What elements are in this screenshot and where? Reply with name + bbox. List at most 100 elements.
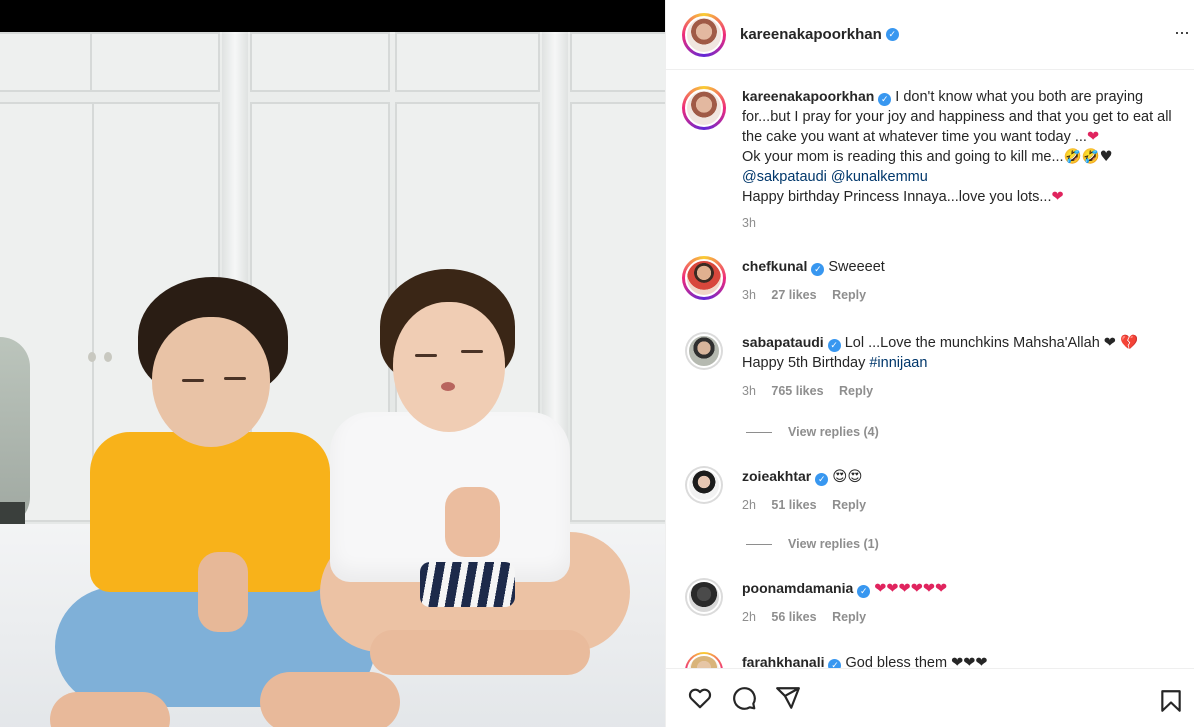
child-foot (260, 672, 400, 727)
commenter-username[interactable]: sabapataudi (742, 334, 824, 350)
view-replies-button[interactable]: View replies (1) (746, 537, 879, 551)
child-face (393, 302, 505, 432)
reply-button[interactable]: Reply (832, 288, 866, 302)
comment-likes[interactable]: 765 likes (771, 384, 823, 398)
closed-eye (461, 350, 483, 353)
author-avatar[interactable] (682, 12, 726, 57)
comment-text: Lol ...Love the munchkins Mahsha'Allah ❤… (844, 335, 1139, 351)
reply-button[interactable]: Reply (832, 610, 866, 624)
verified-badge-icon: ✓ (828, 659, 842, 668)
verified-badge-icon: ✓ (815, 473, 829, 486)
commenter-avatar[interactable] (685, 578, 723, 616)
avatar-image (685, 15, 723, 54)
comment-text: 😍😍 (832, 469, 863, 485)
comment-meta: 2h 51 likes Reply (742, 495, 1194, 515)
cabinet-panel (90, 32, 220, 92)
closed-eye (415, 354, 437, 357)
comment-icon[interactable] (730, 684, 758, 712)
child-hands (445, 487, 500, 557)
bookmark-icon[interactable] (1157, 687, 1185, 715)
rofl-emoji: 🤣🤣♥ (1063, 149, 1113, 165)
verified-badge-icon: ✓ (878, 93, 892, 106)
child-striped-shorts (420, 562, 515, 607)
post-image-pane (0, 0, 665, 727)
commenter-avatar[interactable] (685, 332, 723, 370)
post-photo[interactable] (0, 32, 665, 727)
comment-time: 2h (742, 498, 756, 512)
comment-body: sabapataudi ✓ Lol ...Love the munchkins Ma… (742, 332, 1194, 401)
cabinet-panel (250, 32, 390, 92)
commenter-username[interactable]: chefkunal (742, 258, 807, 274)
child-foot (50, 692, 170, 727)
commenter-avatar[interactable] (685, 652, 723, 668)
post-action-bar (666, 668, 1194, 727)
reply-button[interactable]: Reply (839, 384, 873, 398)
divider-line (746, 432, 772, 434)
caption-time: 3h (742, 216, 756, 230)
cabinet-panel (570, 32, 665, 92)
comment-time: 3h (742, 288, 756, 302)
more-options-icon[interactable]: ··· (1174, 22, 1190, 43)
open-mouth (441, 382, 455, 391)
image-top-bar (0, 0, 665, 32)
view-replies-button[interactable]: View replies (4) (746, 425, 879, 439)
view-replies-label: View replies (1) (788, 537, 879, 551)
view-replies-label: View replies (4) (788, 425, 879, 439)
comment-likes[interactable]: 51 likes (771, 498, 816, 512)
reply-button[interactable]: Reply (832, 498, 866, 512)
comment-text-line-2: Happy 5th Birthday (742, 355, 870, 371)
commenter-username[interactable]: farahkhanali (742, 654, 824, 668)
caption-mentions[interactable]: @sakpataudi @kunalkemmu (742, 169, 928, 185)
instagram-post-view: kareenakapoorkhan ✓ ··· kareenakapoorkha… (0, 0, 1194, 727)
comment-text: God bless them ❤❤❤ (845, 655, 988, 668)
comment-meta: 3h 27 likes Reply (742, 285, 1194, 305)
cabinet-door (570, 102, 665, 522)
comment-likes[interactable]: 27 likes (771, 288, 816, 302)
verified-badge-icon: ✓ (811, 263, 825, 276)
avatar-image (685, 89, 723, 127)
comment-body: chefkunal ✓ Sweeeet 3h 27 likes Reply (742, 256, 1194, 305)
child-feet (370, 630, 590, 675)
author-avatar[interactable] (682, 86, 726, 130)
commenter-avatar[interactable] (685, 466, 723, 504)
verified-badge-icon: ✓ (857, 585, 871, 598)
caption-line-2: Ok your mom is reading this and going to… (742, 149, 1064, 165)
comment-likes[interactable]: 56 likes (771, 610, 816, 624)
commenter-username[interactable]: poonamdamania (742, 580, 853, 596)
post-header: kareenakapoorkhan ✓ ··· (666, 0, 1194, 70)
share-icon[interactable] (774, 684, 802, 712)
comment-time: 2h (742, 610, 756, 624)
post-sidebar: kareenakapoorkhan ✓ ··· kareenakapoorkha… (665, 0, 1194, 727)
door-knob (104, 352, 112, 362)
avatar-image (687, 580, 721, 614)
avatar-image (687, 334, 721, 368)
caption-meta: 3h (742, 213, 1194, 233)
caption-username[interactable]: kareenakapoorkhan (742, 88, 874, 104)
red-heart-emoji: ❤ (1051, 189, 1064, 205)
comment-meta: 3h 765 likes Reply (742, 381, 1194, 401)
cabinet-panel (0, 32, 100, 92)
child-hands (198, 552, 248, 632)
avatar-image (687, 654, 721, 668)
verified-badge-icon: ✓ (885, 28, 899, 41)
commenter-username[interactable]: zoieakhtar (742, 468, 811, 484)
comments-list[interactable]: kareenakapoorkhan ✓ I don't know what you … (666, 70, 1194, 668)
comment-meta: 2h 56 likes Reply (742, 607, 1194, 627)
hashtag-link[interactable]: #innijaan (869, 355, 927, 371)
verified-badge-icon: ✓ (827, 339, 841, 352)
closed-eye (182, 379, 204, 382)
caption-body: kareenakapoorkhan ✓ I don't know what you … (742, 86, 1194, 233)
commenter-avatar[interactable] (682, 256, 726, 300)
heart-icon[interactable] (686, 684, 714, 712)
author-username[interactable]: kareenakapoorkhan (740, 26, 882, 43)
closed-eye (224, 377, 246, 380)
comment-body: zoieakhtar ✓ 😍😍 2h 51 likes Reply (742, 466, 1194, 515)
plant (0, 337, 30, 527)
cabinet-panel (395, 32, 540, 92)
child-face (152, 317, 270, 447)
red-heart-emoji: ❤ (1086, 129, 1100, 145)
comment-text: ❤❤❤❤❤❤ (874, 581, 948, 597)
divider-line (746, 544, 772, 546)
comment-body: poonamdamania ✓ ❤❤❤❤❤❤ 2h 56 likes Reply (742, 578, 1194, 627)
door-knob (88, 352, 96, 362)
